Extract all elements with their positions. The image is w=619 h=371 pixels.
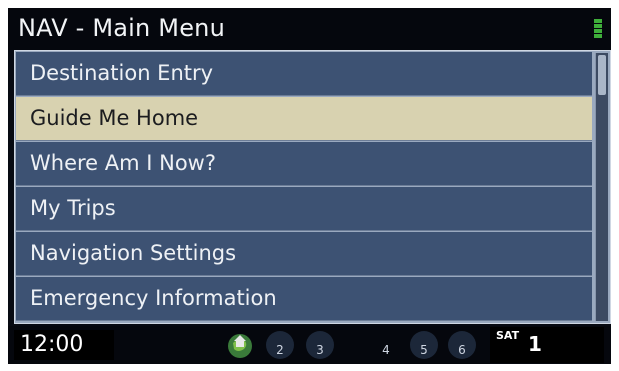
sat-radio-display[interactable]: SAT 1 bbox=[490, 327, 604, 363]
preset-4-label: 4 bbox=[382, 343, 390, 357]
page-title: NAV - Main Menu bbox=[18, 14, 225, 42]
menu-item-navigation-settings[interactable]: Navigation Settings bbox=[16, 232, 592, 276]
preset-2-label: 2 bbox=[276, 343, 284, 357]
menu-list: Destination Entry Guide Me Home Where Am… bbox=[16, 52, 592, 322]
preset-3[interactable]: 3 bbox=[306, 331, 334, 359]
header-bar: NAV - Main Menu bbox=[8, 8, 611, 50]
preset-5[interactable]: 5 bbox=[410, 331, 438, 359]
status-bar: 12:00 2 3 4 5 6 SAT 1 bbox=[8, 326, 611, 364]
source-label: SAT bbox=[496, 329, 520, 342]
signal-strength-icon bbox=[594, 19, 602, 38]
preset-2[interactable]: 2 bbox=[266, 331, 294, 359]
home-globe-icon[interactable] bbox=[224, 329, 256, 361]
channel-number: 1 bbox=[528, 332, 542, 356]
preset-bar: 2 3 4 5 6 SAT 1 bbox=[224, 327, 604, 363]
main-menu: Destination Entry Guide Me Home Where Am… bbox=[14, 50, 611, 324]
preset-6[interactable]: 6 bbox=[448, 331, 476, 359]
nav-screen: NAV - Main Menu Destination Entry Guide … bbox=[8, 8, 611, 364]
menu-item-where-am-i-now[interactable]: Where Am I Now? bbox=[16, 142, 592, 186]
preset-5-label: 5 bbox=[420, 343, 428, 357]
menu-scrollbar[interactable] bbox=[595, 53, 608, 321]
preset-6-label: 6 bbox=[458, 343, 466, 357]
menu-item-guide-me-home[interactable]: Guide Me Home bbox=[16, 97, 592, 141]
menu-item-my-trips[interactable]: My Trips bbox=[16, 187, 592, 231]
menu-item-destination-entry[interactable]: Destination Entry bbox=[16, 52, 592, 96]
preset-3-label: 3 bbox=[316, 343, 324, 357]
clock-display: 12:00 bbox=[14, 330, 114, 360]
scroll-thumb[interactable] bbox=[598, 55, 606, 95]
menu-item-emergency-information[interactable]: Emergency Information bbox=[16, 277, 592, 321]
preset-4[interactable]: 4 bbox=[372, 331, 400, 359]
